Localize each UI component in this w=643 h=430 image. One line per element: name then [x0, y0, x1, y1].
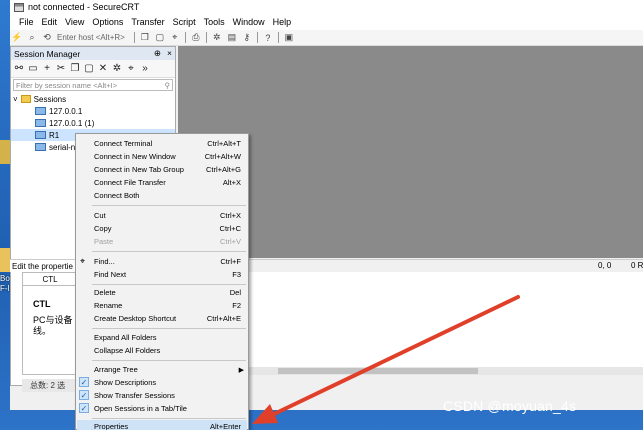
watermark: CSDN @moyuan_4s [443, 398, 577, 414]
arrow-head [252, 404, 278, 424]
annotation-arrow [252, 295, 520, 424]
